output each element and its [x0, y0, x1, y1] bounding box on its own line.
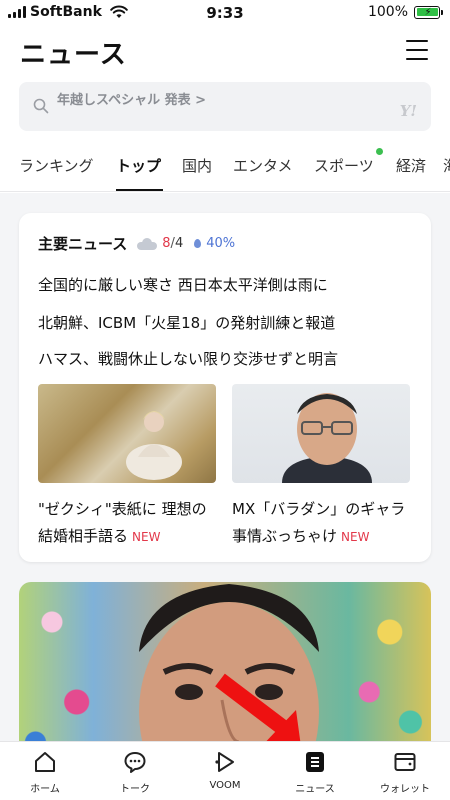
weather-widget[interactable]: 8/4 40% [137, 236, 235, 251]
story-2-title[interactable]: MX「バラダン」のギャラ事情ぶっちゃけ NEW [232, 496, 410, 551]
tab-entertainment[interactable]: エンタメ [233, 155, 293, 176]
category-tabs: ランキング トップ 国内 エンタメ スポーツ 経済 海 [0, 140, 450, 192]
home-icon [35, 752, 55, 772]
nav-news-label: ニュース [295, 784, 335, 795]
chat-icon [124, 752, 146, 773]
nav-chat[interactable]: トーク [90, 742, 180, 800]
main-news-card: 主要ニュース 8/4 40% 全国的に厳しい寒さ 西日本太平洋側は雨に 北朝鮮、… [19, 213, 431, 562]
temp-low: 4 [174, 236, 184, 251]
headline-2[interactable]: 北朝鮮、ICBM「火星18」の発射訓練と報道 [38, 312, 335, 333]
nav-home-label: ホーム [30, 784, 60, 795]
search-bar[interactable]: 年越しスペシャル 発表 > Y! [19, 82, 431, 131]
new-badge: NEW [341, 530, 370, 544]
headline-3[interactable]: ハマス、戦闘休止しない限り交渉せずと明言 [38, 348, 338, 369]
yahoo-logo: Y! [399, 102, 417, 120]
raindrop-icon [194, 239, 202, 248]
cloud-icon [137, 237, 158, 250]
search-suggestion[interactable]: 年越しスペシャル 発表 > [57, 89, 206, 108]
nav-wallet-label: ウォレット [380, 784, 430, 795]
nav-wallet[interactable]: ウォレット [360, 742, 450, 800]
wallet-icon [394, 753, 416, 771]
man-photo [282, 393, 372, 483]
story-1-thumbnail[interactable] [38, 384, 216, 483]
rain-chance: 40% [206, 236, 236, 251]
story-2-text: MX「バラダン」のギャラ事情ぶっちゃけ [232, 500, 406, 545]
search-icon [33, 98, 49, 114]
news-icon [306, 752, 324, 772]
tab-overseas[interactable]: 海 [443, 155, 450, 176]
new-badge: NEW [132, 530, 161, 544]
status-right: 100% ⚡ [367, 4, 443, 20]
tab-sports[interactable]: スポーツ [314, 155, 374, 176]
story-1-text: "ゼクシィ"表紙に 理想の結婚相手語る [38, 500, 207, 545]
card-title: 主要ニュース [38, 235, 128, 253]
nav-home[interactable]: ホーム [0, 742, 90, 800]
woman-photo [126, 411, 182, 480]
bottom-nav: ホーム トーク VOOM ニュース ウォレット [0, 741, 450, 800]
page-title: ニュース [20, 40, 127, 70]
temp-high: 8 [162, 236, 171, 251]
card-header: 主要ニュース 8/4 40% [38, 233, 235, 254]
tab-ranking[interactable]: ランキング [19, 155, 94, 176]
battery-percent: 100% [367, 4, 408, 20]
sports-new-dot [376, 148, 383, 155]
battery-icon: ⚡ [414, 5, 443, 19]
status-bar: SoftBank 9:33 100% ⚡ [0, 0, 450, 26]
tab-domestic[interactable]: 国内 [182, 155, 212, 176]
active-tab-indicator [116, 189, 163, 191]
voom-icon [215, 752, 234, 772]
nav-news[interactable]: ニュース [270, 742, 360, 800]
nav-chat-label: トーク [120, 784, 150, 795]
story-1-title[interactable]: "ゼクシィ"表紙に 理想の結婚相手語る NEW [38, 496, 216, 551]
nav-voom-label: VOOM [209, 780, 241, 791]
hamburger-menu-icon[interactable] [406, 40, 428, 60]
news-feed: 主要ニュース 8/4 40% 全国的に厳しい寒さ 西日本太平洋側は雨に 北朝鮮、… [0, 193, 450, 741]
header: ニュース [0, 28, 450, 74]
tab-top[interactable]: トップ [116, 155, 161, 176]
headline-1[interactable]: 全国的に厳しい寒さ 西日本太平洋側は雨に [38, 274, 328, 295]
story-2-thumbnail[interactable] [232, 384, 410, 483]
nav-voom[interactable]: VOOM [180, 742, 270, 800]
tab-economy[interactable]: 経済 [396, 155, 426, 176]
